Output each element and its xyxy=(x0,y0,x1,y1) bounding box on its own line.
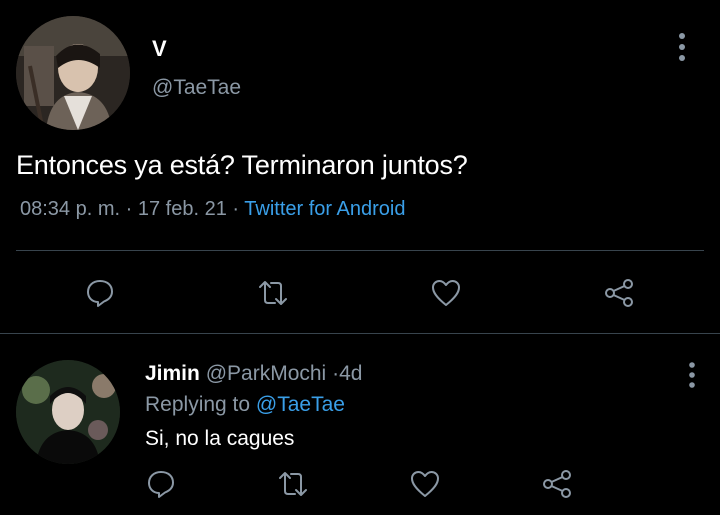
replying-to-label: Replying to xyxy=(145,393,251,416)
retweet-icon xyxy=(259,281,287,305)
meta-separator: · xyxy=(125,198,133,220)
reply-button[interactable] xyxy=(80,273,120,313)
header-separator: · xyxy=(332,362,340,385)
like-button[interactable] xyxy=(405,464,445,504)
reply-icon xyxy=(148,471,174,498)
reply-time: 4d xyxy=(339,362,363,385)
avatar-photo xyxy=(16,16,130,130)
reply-button[interactable] xyxy=(141,464,181,504)
share-button[interactable] xyxy=(537,464,577,504)
avatar-photo xyxy=(16,360,120,464)
like-icon xyxy=(432,280,460,306)
tweet-time: 08:34 p. m. xyxy=(20,198,121,220)
reply-display-name[interactable]: Jimin xyxy=(145,362,200,385)
retweet-button[interactable] xyxy=(253,273,293,313)
replying-to: Replying to @TaeTae xyxy=(145,393,345,417)
reply-header: Jimin @ParkMochi ·4d xyxy=(145,362,362,386)
tweet-meta: 08:34 p. m. · 17 feb. 21 · Twitter for A… xyxy=(20,198,405,221)
divider xyxy=(16,250,704,251)
display-name[interactable]: V xyxy=(152,36,167,62)
reply-icon xyxy=(87,280,113,307)
share-icon xyxy=(605,279,633,307)
tweet-thread: V @TaeTae Entonces ya está? Terminaron j… xyxy=(0,0,720,515)
tweet-source-link[interactable]: Twitter for Android xyxy=(244,198,405,220)
like-icon xyxy=(411,471,439,497)
retweet-icon xyxy=(279,472,307,496)
tweet-text: Entonces ya está? Terminaron juntos? xyxy=(16,150,468,180)
tweet-date: 17 feb. 21 xyxy=(137,198,227,220)
more-options-icon[interactable] xyxy=(672,30,692,64)
like-button[interactable] xyxy=(426,273,466,313)
divider xyxy=(0,333,720,334)
share-button[interactable] xyxy=(599,273,639,313)
retweet-button[interactable] xyxy=(273,464,313,504)
share-icon xyxy=(543,470,571,498)
reply-avatar[interactable] xyxy=(16,360,120,464)
more-options-icon[interactable] xyxy=(682,360,702,390)
user-handle[interactable]: @TaeTae xyxy=(152,76,241,100)
reply-text: Si, no la cagues xyxy=(145,427,295,450)
replying-to-mention[interactable]: @TaeTae xyxy=(256,393,345,416)
meta-separator: · xyxy=(232,198,240,220)
avatar[interactable] xyxy=(16,16,130,130)
reply-handle[interactable]: @ParkMochi xyxy=(206,362,327,385)
